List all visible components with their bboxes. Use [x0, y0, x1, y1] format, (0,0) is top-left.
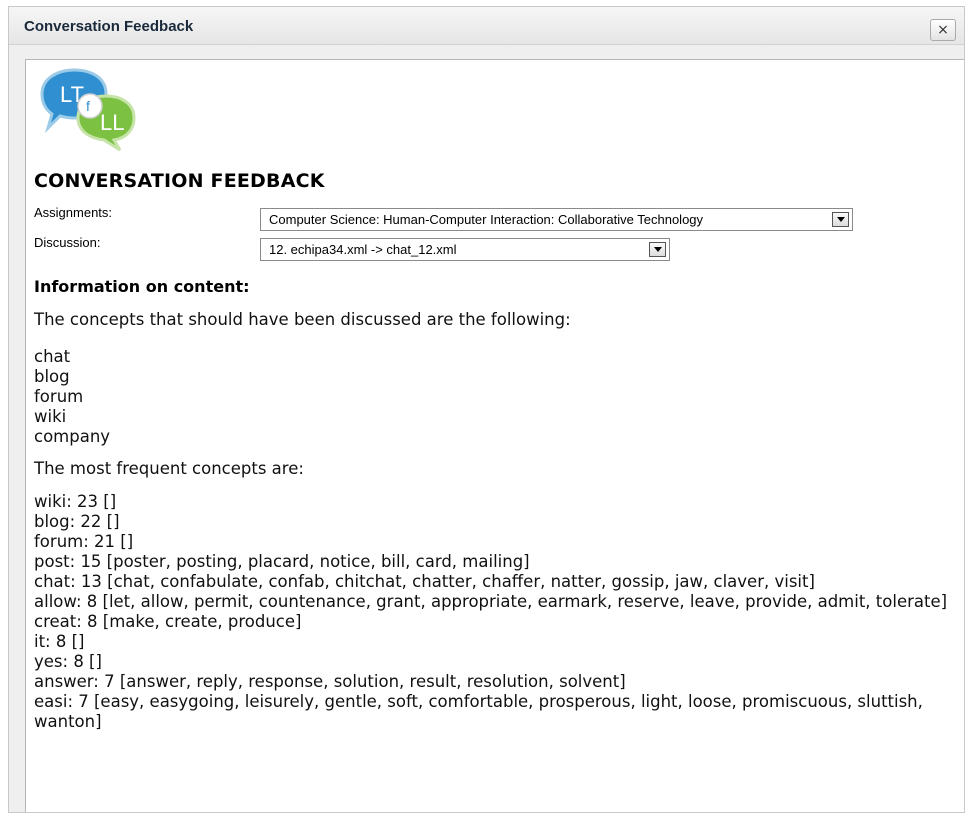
- close-button[interactable]: ×: [930, 19, 956, 41]
- chevron-down-icon[interactable]: [832, 212, 849, 227]
- dialog-title: Conversation Feedback: [24, 18, 194, 35]
- list-item: yes: 8 []: [34, 652, 102, 671]
- concepts-list: chat blog forum wiki company: [34, 347, 964, 447]
- list-item: it: 8 []: [34, 632, 85, 651]
- list-item: answer: 7 [answer, reply, response, solu…: [34, 672, 626, 691]
- list-item: post: 15 [poster, posting, placard, noti…: [34, 552, 530, 571]
- frequent-text: The most frequent concepts are:: [34, 459, 304, 478]
- assignments-row: Assignments: Computer Science: Human-Com…: [34, 204, 964, 231]
- assignments-select[interactable]: Computer Science: Human-Computer Interac…: [260, 208, 853, 231]
- close-icon: ×: [937, 22, 949, 38]
- assignments-label: Assignments:: [34, 205, 113, 220]
- assignments-selected-value: Computer Science: Human-Computer Interac…: [269, 212, 704, 227]
- dialog-content[interactable]: LT f LL CONVERSATION FEEDBACK Assignment…: [25, 59, 964, 812]
- list-item: blog: 22 []: [34, 512, 120, 531]
- info-heading: Information on content:: [34, 277, 250, 296]
- svg-text:f: f: [86, 98, 90, 114]
- chevron-down-icon[interactable]: [649, 242, 666, 257]
- conversation-feedback-dialog: Conversation Feedback × LT f LL CONVERSA…: [8, 6, 965, 813]
- should-discuss-text: The concepts that should have been discu…: [34, 310, 571, 329]
- discussion-select[interactable]: 12. echipa34.xml -> chat_12.xml: [260, 238, 670, 261]
- list-item: forum: 21 []: [34, 532, 134, 551]
- list-item: allow: 8 [let, allow, permit, countenanc…: [34, 592, 948, 611]
- discussion-selected-value: 12. echipa34.xml -> chat_12.xml: [269, 242, 457, 257]
- svg-text:LT: LT: [60, 82, 84, 107]
- frequent-concepts-list: wiki: 23 [] blog: 22 [] forum: 21 [] pos…: [34, 492, 964, 732]
- discussion-row: Discussion: 12. echipa34.xml -> chat_12.…: [34, 234, 964, 261]
- ltfll-logo: LT f LL: [40, 68, 136, 152]
- list-item: easi: 7 [easy, easygoing, leisurely, gen…: [34, 692, 923, 731]
- dialog-titlebar[interactable]: Conversation Feedback ×: [9, 7, 964, 45]
- list-item: forum: [34, 387, 84, 406]
- list-item: chat: 13 [chat, confabulate, confab, chi…: [34, 572, 815, 591]
- discussion-label: Discussion:: [34, 235, 101, 250]
- list-item: creat: 8 [make, create, produce]: [34, 612, 302, 631]
- list-item: wiki: 23 []: [34, 492, 117, 511]
- svg-text:LL: LL: [100, 110, 124, 135]
- page-heading: CONVERSATION FEEDBACK: [34, 170, 325, 192]
- list-item: blog: [34, 367, 70, 386]
- list-item: wiki: [34, 407, 67, 426]
- list-item: company: [34, 427, 111, 446]
- list-item: chat: [34, 347, 71, 366]
